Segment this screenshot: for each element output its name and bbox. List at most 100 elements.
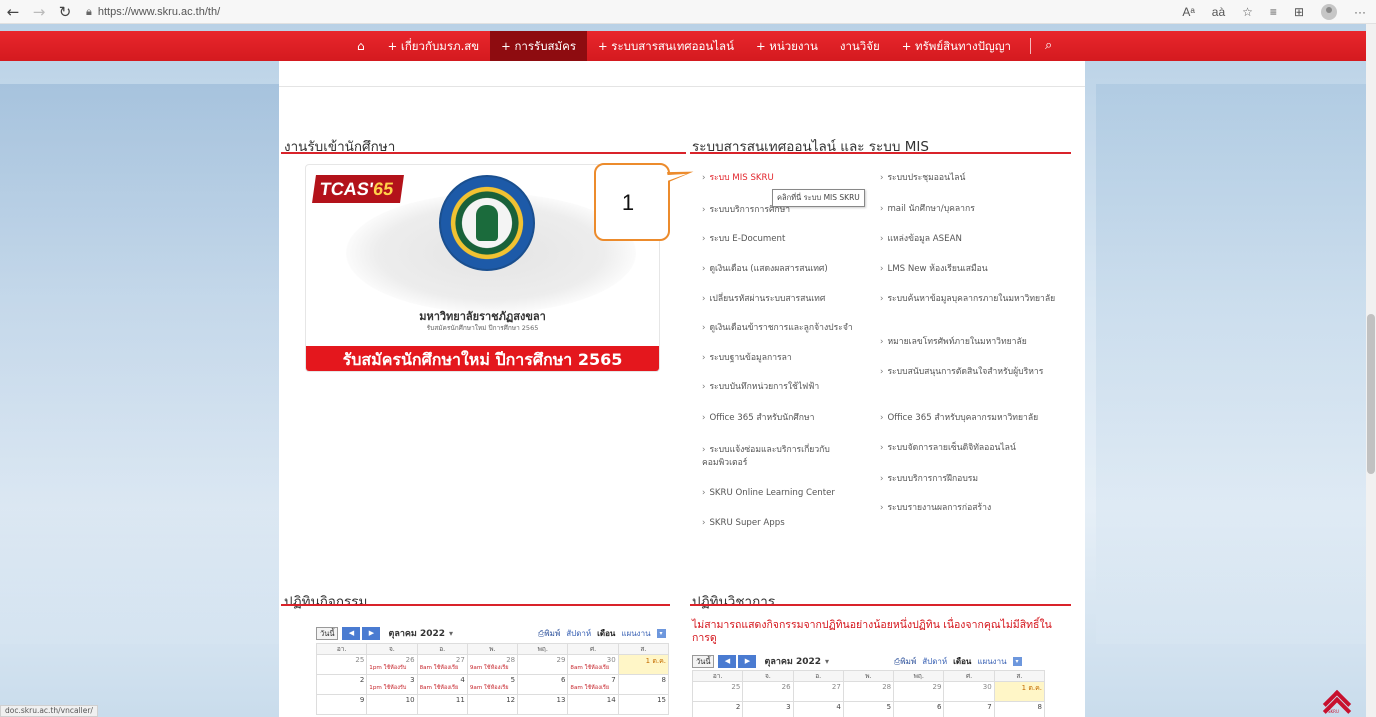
- calendar-event[interactable]: 8am ใช้ห้องเรีย: [420, 664, 465, 672]
- calendar-day[interactable]: 7 8am ใช้ห้องเรีย: [567, 674, 619, 695]
- calendar-day[interactable]: 4: [792, 701, 844, 717]
- calendar-day[interactable]: 14: [567, 694, 619, 715]
- calendar-month[interactable]: ตุลาคม 2022: [388, 626, 445, 640]
- calendar-day[interactable]: 9: [315, 694, 368, 715]
- calendar-month[interactable]: ตุลาคม 2022: [764, 654, 821, 668]
- prev-month-button[interactable]: ◀: [718, 654, 737, 668]
- calendar-day[interactable]: 6: [893, 701, 945, 717]
- link-super-apps[interactable]: › SKRU Super Apps: [702, 517, 882, 530]
- url-text[interactable]: https://www.skru.ac.th/th/: [98, 6, 220, 18]
- link-digital-signature[interactable]: › ระบบจัดการลายเซ็นดิจิทัลออนไลน์: [880, 442, 1066, 455]
- calendar-day[interactable]: 26 1pm ใช้ห้องรับ: [366, 654, 418, 675]
- translate-icon[interactable]: aà: [1212, 5, 1225, 19]
- calendar-day[interactable]: 3: [742, 701, 794, 717]
- calendar-event[interactable]: 1pm ใช้ห้องรับ: [369, 664, 414, 672]
- calendar-day-today[interactable]: 1 ต.ค.: [617, 654, 670, 675]
- calendar-day[interactable]: 27 8am ใช้ห้องเรีย: [416, 654, 468, 675]
- view-agenda[interactable]: แผนงาน: [621, 627, 650, 640]
- link-online-learning[interactable]: › SKRU Online Learning Center: [702, 487, 882, 500]
- print-button[interactable]: ⎙พิมพ์: [894, 655, 916, 668]
- favorite-icon[interactable]: ☆: [1242, 5, 1253, 19]
- page-scrollbar[interactable]: [1366, 24, 1376, 717]
- calendar-day[interactable]: 26: [742, 681, 794, 702]
- calendar-day-today[interactable]: 1 ต.ค.: [993, 681, 1046, 702]
- calendar-day[interactable]: 28 9am ใช้ห้องเรีย: [466, 654, 519, 675]
- collections-icon[interactable]: ⊞: [1294, 5, 1304, 19]
- calendar-day[interactable]: 29: [517, 654, 569, 675]
- link-mail[interactable]: › mail นักศึกษา/บุคลากร: [880, 203, 1060, 216]
- link-civil-salary[interactable]: › ดูเงินเดือนข้าราชการและลูกจ้างประจำ: [702, 322, 882, 335]
- calendar-event[interactable]: 9am ใช้ห้องเรีย: [470, 684, 515, 692]
- calendar-day[interactable]: 4 8am ใช้ห้องเรีย: [416, 674, 468, 695]
- link-staff-search[interactable]: › ระบบค้นหาข้อมูลบุคลากรภายในมหาวิทยาลัย: [880, 293, 1056, 306]
- calendar-day[interactable]: 6: [517, 674, 569, 695]
- scrollbar-thumb[interactable]: [1367, 314, 1375, 474]
- view-week[interactable]: สัปดาห์: [566, 627, 591, 640]
- profile-icon[interactable]: [1321, 4, 1337, 20]
- link-office365-students[interactable]: › Office 365 สำหรับนักศึกษา: [702, 412, 882, 425]
- refresh-icon[interactable]: ↻: [52, 0, 78, 24]
- chevron-down-icon[interactable]: ▾: [825, 657, 829, 666]
- search-icon[interactable]: ⌕: [1039, 31, 1058, 61]
- read-aloud-icon[interactable]: Aᵃ: [1182, 5, 1194, 19]
- calendar-day[interactable]: 8: [617, 674, 670, 695]
- calendar-day[interactable]: 2: [691, 701, 744, 717]
- link-construction-report[interactable]: › ระบบรายงานผลการก่อสร้าง: [880, 502, 1060, 515]
- calendar-event[interactable]: 1pm ใช้ห้องรับ: [369, 684, 414, 692]
- home-icon[interactable]: ⌂: [345, 31, 377, 61]
- more-icon[interactable]: ···: [1354, 5, 1366, 19]
- link-computer-repair[interactable]: › ระบบแจ้งซ่อมและบริการเกี่ยวกับคอมพิวเตอ…: [702, 444, 867, 470]
- view-agenda[interactable]: แผนงาน: [977, 655, 1006, 668]
- nav-item-about[interactable]: + เกี่ยวกับมรภ.สข: [377, 31, 491, 61]
- calendar-day[interactable]: 8: [993, 701, 1046, 717]
- calendar-day[interactable]: 30: [943, 681, 995, 702]
- calendar-day[interactable]: 30 8am ใช้ห้องเรีย: [567, 654, 619, 675]
- link-asean[interactable]: › แหล่งข้อมูล ASEAN: [880, 233, 1060, 246]
- forward-arrow-icon[interactable]: →: [26, 0, 52, 24]
- link-electricity[interactable]: › ระบบบันทึกหน่วยการใช้ไฟฟ้า: [702, 381, 882, 394]
- nav-item-intellectual-property[interactable]: + ทรัพย์สินทางปัญญา: [891, 31, 1022, 61]
- calendar-day[interactable]: 10: [366, 694, 418, 715]
- calendar-event[interactable]: 8am ใช้ห้องเรีย: [570, 664, 615, 672]
- next-month-button[interactable]: ▶: [738, 654, 757, 668]
- calendar-day[interactable]: 25: [315, 654, 368, 675]
- next-month-button[interactable]: ▶: [362, 626, 381, 640]
- link-salary[interactable]: › ดูเงินเดือน (แสดงผลสารสนเทศ): [702, 263, 882, 276]
- calendar-day[interactable]: 7: [943, 701, 995, 717]
- favorites-list-icon[interactable]: ≡: [1270, 5, 1277, 19]
- back-arrow-icon[interactable]: ←: [0, 0, 26, 24]
- nav-item-online-systems[interactable]: + ระบบสารสนเทศออนไลน์: [587, 31, 745, 61]
- calendar-day[interactable]: 15: [617, 694, 670, 715]
- calendar-day[interactable]: 12: [466, 694, 519, 715]
- view-month[interactable]: เดือน: [953, 655, 971, 668]
- view-month[interactable]: เดือน: [597, 627, 615, 640]
- calendar-day[interactable]: 13: [517, 694, 569, 715]
- calendar-day[interactable]: 2: [315, 674, 368, 695]
- nav-item-departments[interactable]: + หน่วยงาน: [745, 31, 829, 61]
- calendar-day[interactable]: 11: [416, 694, 468, 715]
- calendar-event[interactable]: 9am ใช้ห้องเรีย: [470, 664, 515, 672]
- link-mis-skru[interactable]: › ระบบ MIS SKRU: [702, 172, 882, 185]
- chevron-down-icon[interactable]: ▾: [656, 628, 666, 638]
- link-phone-numbers[interactable]: › หมายเลขโทรศัพท์ภายในมหาวิทยาลัย: [880, 336, 1066, 349]
- calendar-day[interactable]: 3 1pm ใช้ห้องรับ: [366, 674, 418, 695]
- link-leave-database[interactable]: › ระบบฐานข้อมูลการลา: [702, 352, 882, 365]
- address-bar[interactable]: 🔒︎ https://www.skru.ac.th/th/: [86, 5, 220, 19]
- today-button[interactable]: วันนี้: [316, 626, 339, 640]
- back-to-top-button[interactable]: SKRU: [1322, 688, 1353, 717]
- nav-item-research[interactable]: งานวิจัย: [829, 31, 891, 61]
- calendar-event[interactable]: 8am ใช้ห้องเรีย: [570, 684, 615, 692]
- link-lms[interactable]: › LMS New ห้องเรียนเสมือน: [880, 263, 1060, 276]
- link-office365-staff[interactable]: › Office 365 สำหรับบุคลากรมหาวิทยาลัย: [880, 412, 1066, 425]
- today-button[interactable]: วันนี้: [692, 654, 715, 668]
- view-week[interactable]: สัปดาห์: [922, 655, 947, 668]
- calendar-day[interactable]: 29: [893, 681, 945, 702]
- link-e-document[interactable]: › ระบบ E-Document: [702, 233, 882, 246]
- calendar-day[interactable]: 28: [842, 681, 895, 702]
- calendar-event[interactable]: 8am ใช้ห้องเรีย: [420, 684, 465, 692]
- chevron-down-icon[interactable]: ▾: [449, 629, 453, 638]
- print-button[interactable]: ⎙พิมพ์: [538, 627, 560, 640]
- calendar-day[interactable]: 5 9am ใช้ห้องเรีย: [466, 674, 519, 695]
- calendar-day[interactable]: 5: [842, 701, 895, 717]
- calendar-day[interactable]: 27: [792, 681, 844, 702]
